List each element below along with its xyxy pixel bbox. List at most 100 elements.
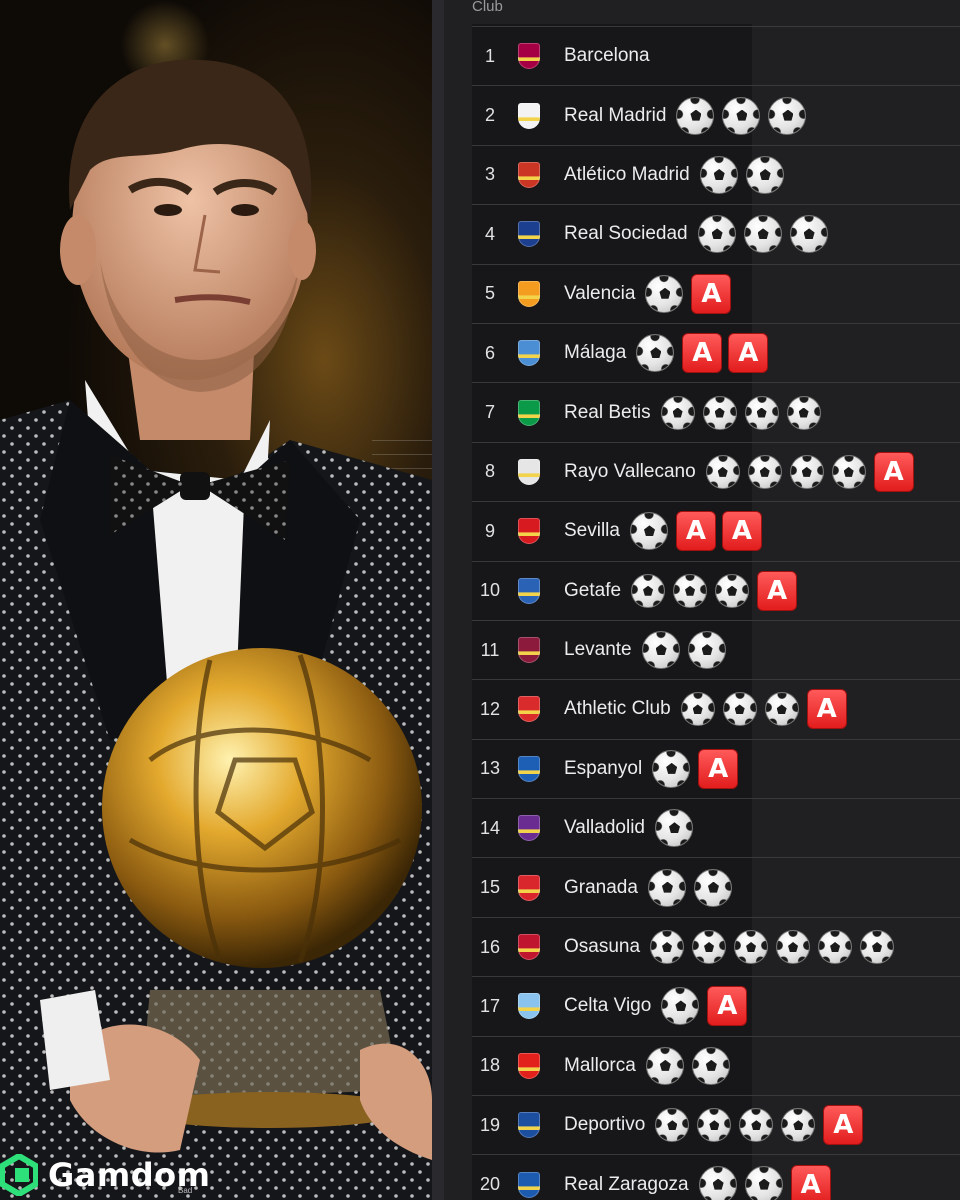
club-name: Barcelona [564, 45, 650, 67]
rank-number: 5 [484, 283, 495, 304]
rank-number: 1 [484, 45, 495, 66]
rank-number: 11 [480, 639, 500, 660]
club-list: 1 Barcelona 2 Real Madrid 3 Atlético Madrid 4 R… [472, 26, 960, 1200]
rank-number: 15 [479, 877, 501, 898]
football-icon [698, 1165, 737, 1200]
table-row: 9 Sevilla A A [472, 501, 960, 560]
club-crest-icon [512, 280, 546, 308]
club-icons [641, 631, 734, 670]
table-row: 7 Real Betis [472, 382, 960, 441]
football-icon [631, 573, 666, 608]
rank-number: 20 [479, 1174, 501, 1195]
rank-number: 18 [479, 1055, 501, 1076]
football-icon [661, 987, 700, 1026]
club-name: Granada [564, 876, 638, 898]
football-icon [647, 868, 686, 907]
club-crest-icon [512, 874, 546, 902]
club-icons [647, 868, 740, 907]
football-icon [660, 395, 695, 430]
football-icon [739, 1108, 774, 1143]
football-icon [697, 215, 736, 254]
football-icon [680, 692, 715, 727]
club-icons [660, 395, 829, 430]
football-icon [715, 573, 750, 608]
rank-number: 9 [484, 520, 495, 541]
football-icon [764, 692, 799, 727]
table-row: 17 Celta Vigo A [472, 976, 960, 1035]
club-name: Mallorca [564, 1054, 636, 1076]
club-icons: A [698, 1164, 837, 1200]
red-a-icon: A [721, 511, 762, 552]
football-icon [860, 930, 895, 965]
rank-number: 7 [484, 402, 495, 423]
football-icon [745, 155, 784, 194]
football-icon [687, 631, 726, 670]
football-icon [744, 1165, 783, 1200]
football-icon [676, 96, 715, 135]
club-name: Atlético Madrid [564, 163, 690, 185]
red-a-icon: A [691, 273, 732, 314]
club-crest-icon [512, 339, 546, 367]
club-table: Club 1 Barcelona 2 Real Madrid 3 Atlético Mad… [444, 0, 960, 1200]
club-crest-icon [512, 102, 546, 130]
gamdom-logo: Gamdom Bad [0, 1152, 210, 1198]
football-icon [673, 573, 708, 608]
football-icon [691, 1046, 730, 1085]
club-icons: AA [629, 511, 768, 552]
football-icon [722, 96, 761, 135]
gamdom-logo-subtext: Bad [178, 1186, 193, 1195]
football-icon [747, 454, 782, 489]
table-row: 5 Valencia A [472, 263, 960, 323]
club-name: Real Sociedad [564, 223, 688, 245]
club-crest-icon [512, 695, 546, 723]
football-icon [629, 512, 668, 551]
gamdom-logo-icon [0, 1154, 38, 1196]
football-icon [789, 215, 828, 254]
club-name: Rayo Vallecano [564, 460, 696, 482]
football-icon [705, 454, 740, 489]
club-crest-icon [512, 814, 546, 842]
rank-number: 3 [484, 164, 495, 185]
club-name: Valladolid [564, 817, 645, 839]
club-icons: A [705, 451, 920, 492]
football-icon [699, 155, 738, 194]
club-name: Real Madrid [564, 104, 667, 126]
club-name: Real Betis [564, 401, 651, 423]
football-icon [693, 868, 732, 907]
club-crest-icon [512, 755, 546, 783]
club-name: Levante [564, 639, 632, 661]
rank-number: 2 [484, 105, 495, 126]
football-icon [652, 749, 691, 788]
table-row: 11 Levante [472, 619, 960, 679]
club-icons [654, 809, 701, 848]
red-a-icon: A [806, 689, 847, 730]
football-icon [655, 1108, 690, 1143]
football-icon [636, 334, 675, 373]
club-icons: AA [636, 333, 774, 374]
table-row: 10 Getafe A [472, 560, 960, 620]
rank-number: 14 [479, 817, 501, 838]
red-a-icon: A [823, 1105, 864, 1146]
table-row: 6 Málaga A A [472, 322, 960, 382]
football-icon [768, 96, 807, 135]
club-crest-icon [512, 1171, 546, 1199]
rank-number: 16 [479, 936, 501, 957]
table-row: 1 Barcelona [472, 26, 960, 85]
rank-number: 8 [484, 461, 495, 482]
football-icon [722, 692, 757, 727]
club-crest-icon [512, 577, 546, 605]
rank-number: 10 [479, 580, 501, 601]
football-icon [789, 454, 824, 489]
club-name: Athletic Club [564, 698, 671, 720]
football-icon [734, 930, 769, 965]
club-name: Real Zaragoza [564, 1173, 689, 1195]
table-row: 15 Granada [472, 857, 960, 916]
club-crest-icon [512, 1052, 546, 1080]
red-a-icon: A [707, 986, 748, 1027]
red-a-icon: A [675, 511, 716, 552]
rank-number: 4 [484, 223, 495, 244]
red-a-icon: A [728, 333, 769, 374]
club-icons: A [655, 1105, 869, 1146]
club-name: Osasuna [564, 936, 641, 958]
club-crest-icon [512, 161, 546, 189]
